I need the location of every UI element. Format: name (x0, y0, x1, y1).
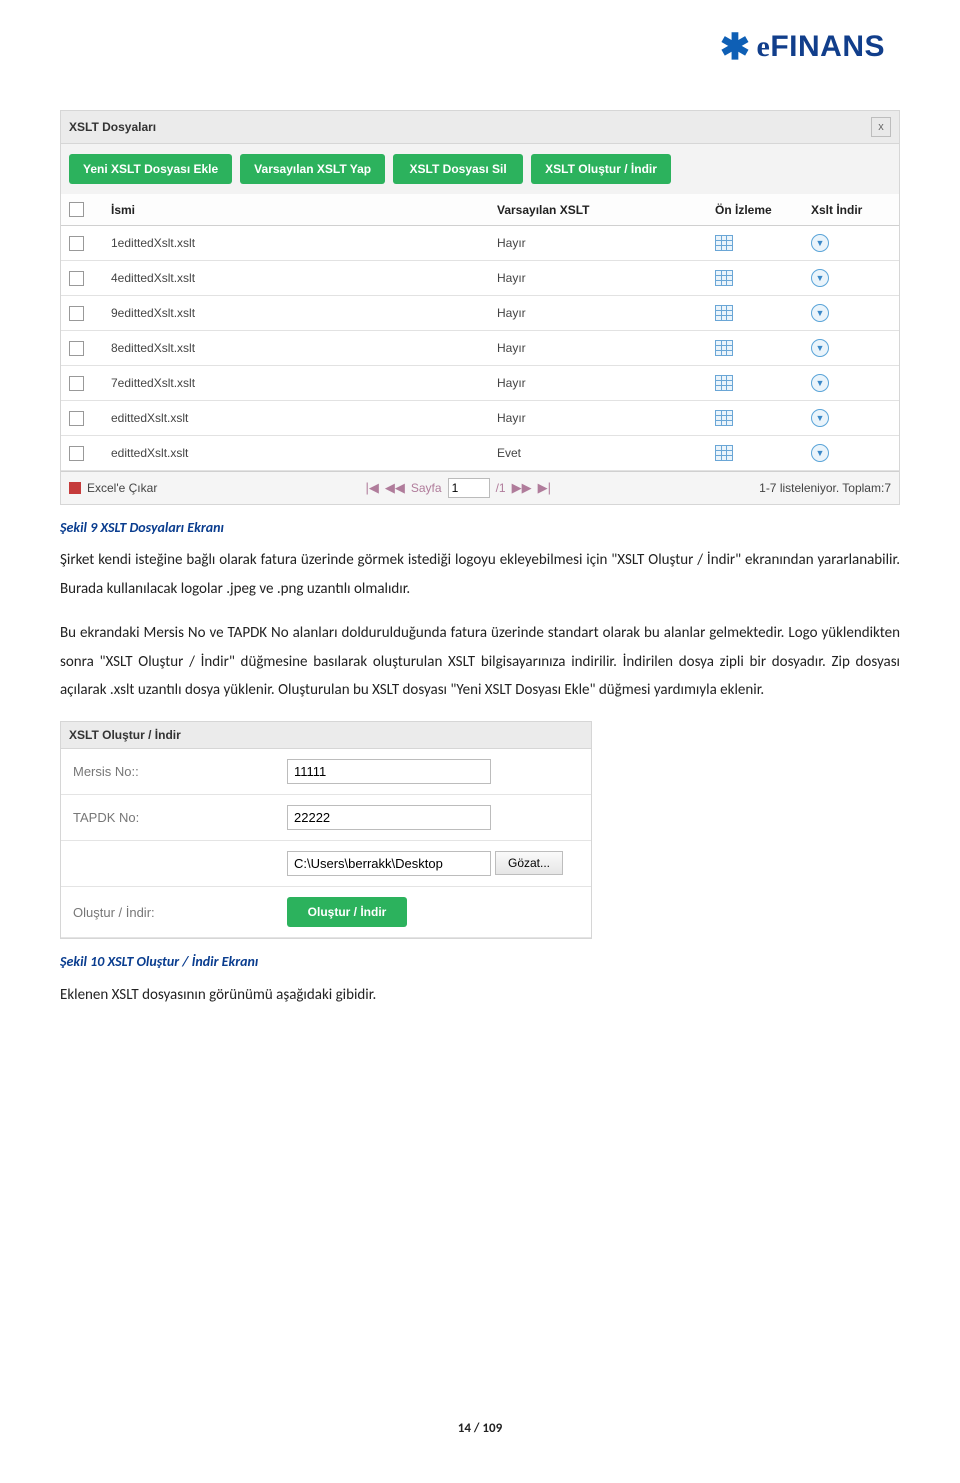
download-icon[interactable] (811, 269, 829, 287)
form-row-tapdk: TAPDK No: (61, 794, 591, 840)
panel-title: XSLT Dosyaları (69, 120, 156, 134)
form-row-mersis: Mersis No:: (61, 749, 591, 795)
close-icon[interactable]: x (871, 117, 891, 137)
listing-info: 1-7 listeleniyor. Toplam:7 (759, 481, 891, 495)
paragraph-3: Eklenen XSLT dosyasının görünümü aşağıda… (60, 986, 900, 1004)
set-default-xslt-button[interactable]: Varsayılan XSLT Yap (240, 154, 385, 184)
panel-title-bar: XSLT Dosyaları x (61, 111, 899, 144)
download-icon[interactable] (811, 339, 829, 357)
panel-title-2: XSLT Oluştur / İndir (69, 728, 181, 742)
tapdk-input[interactable] (287, 805, 491, 830)
row-checkbox[interactable] (69, 376, 84, 391)
row-checkbox[interactable] (69, 236, 84, 251)
table-row: 8edittedXslt.xsltHayır (61, 331, 899, 366)
tapdk-label: TAPDK No: (61, 794, 275, 840)
pager-next-icon[interactable]: ▶▶ (512, 480, 532, 496)
download-icon[interactable] (811, 234, 829, 252)
add-xslt-button[interactable]: Yeni XSLT Dosyası Ekle (69, 154, 232, 184)
logo-star-icon: ✱ (720, 29, 751, 65)
row-checkbox[interactable] (69, 271, 84, 286)
form-row-action: Oluştur / İndir: Oluştur / İndir (61, 887, 591, 938)
table-row: 4edittedXslt.xsltHayır (61, 261, 899, 296)
xslt-files-panel: XSLT Dosyaları x Yeni XSLT Dosyası Ekle … (60, 110, 900, 505)
figure-10-caption: Şekil 10 XSLT Oluştur / İndir Ekranı (60, 953, 900, 970)
cell-default: Hayır (489, 401, 707, 436)
xslt-table: İsmi Varsayılan XSLT Ön İzleme Xslt İndi… (61, 194, 899, 471)
cell-name: edittedXslt.xslt (103, 436, 489, 471)
cell-default: Hayır (489, 366, 707, 401)
form-row-file: Gözat... (61, 840, 591, 887)
page-number: 14 / 109 (0, 1421, 960, 1436)
col-header-name: İsmi (103, 194, 489, 226)
cell-default: Evet (489, 436, 707, 471)
download-icon[interactable] (811, 409, 829, 427)
mersis-label: Mersis No:: (61, 749, 275, 795)
preview-icon[interactable] (715, 270, 733, 286)
browse-button[interactable]: Gözat... (495, 851, 563, 875)
create-download-xslt-button[interactable]: XSLT Oluştur / İndir (531, 154, 671, 184)
pager: |◀ ◀◀ Sayfa /1 ▶▶ ▶| (366, 478, 551, 498)
col-header-preview: Ön İzleme (707, 194, 803, 226)
action-bar: Yeni XSLT Dosyası Ekle Varsayılan XSLT Y… (61, 144, 899, 194)
figure-9-caption: Şekil 9 XSLT Dosyaları Ekranı (60, 519, 900, 536)
download-icon[interactable] (811, 374, 829, 392)
cell-name: 7edittedXslt.xslt (103, 366, 489, 401)
download-icon[interactable] (811, 444, 829, 462)
preview-icon[interactable] (715, 445, 733, 461)
cell-default: Hayır (489, 226, 707, 261)
paragraph-2: Bu ekrandaki Mersis No ve TAPDK No alanl… (60, 619, 900, 705)
cell-name: edittedXslt.xslt (103, 401, 489, 436)
excel-icon (69, 482, 81, 494)
panel-title-bar-2: XSLT Oluştur / İndir (61, 722, 591, 749)
preview-icon[interactable] (715, 375, 733, 391)
create-download-button[interactable]: Oluştur / İndir (287, 897, 407, 927)
preview-icon[interactable] (715, 340, 733, 356)
cell-name: 1edittedXslt.xslt (103, 226, 489, 261)
row-checkbox[interactable] (69, 411, 84, 426)
pager-last-icon[interactable]: ▶| (538, 480, 551, 496)
row-checkbox[interactable] (69, 341, 84, 356)
table-row: 9edittedXslt.xsltHayır (61, 296, 899, 331)
pager-first-icon[interactable]: |◀ (366, 480, 379, 496)
cell-default: Hayır (489, 296, 707, 331)
select-all-checkbox[interactable] (69, 202, 84, 217)
export-excel-button[interactable]: Excel'e Çıkar (69, 481, 157, 495)
paragraph-1: Şirket kendi isteğine bağlı olarak fatur… (60, 546, 900, 603)
create-download-label: Oluştur / İndir: (61, 887, 275, 938)
preview-icon[interactable] (715, 305, 733, 321)
row-checkbox[interactable] (69, 446, 84, 461)
delete-xslt-button[interactable]: XSLT Dosyası Sil (393, 154, 523, 184)
cell-default: Hayır (489, 261, 707, 296)
cell-default: Hayır (489, 331, 707, 366)
grid-footer: Excel'e Çıkar |◀ ◀◀ Sayfa /1 ▶▶ ▶| 1-7 l… (61, 471, 899, 504)
download-icon[interactable] (811, 304, 829, 322)
table-row: 1edittedXslt.xsltHayır (61, 226, 899, 261)
col-header-default: Varsayılan XSLT (489, 194, 707, 226)
pager-page-input[interactable] (448, 478, 490, 498)
preview-icon[interactable] (715, 235, 733, 251)
table-row: 7edittedXslt.xsltHayır (61, 366, 899, 401)
col-header-download: Xslt İndir (803, 194, 899, 226)
cell-name: 9edittedXslt.xslt (103, 296, 489, 331)
mersis-input[interactable] (287, 759, 491, 784)
table-row: edittedXslt.xsltHayır (61, 401, 899, 436)
file-path-input[interactable] (287, 851, 491, 876)
xslt-create-panel: XSLT Oluştur / İndir Mersis No:: TAPDK N… (60, 721, 592, 939)
cell-name: 4edittedXslt.xslt (103, 261, 489, 296)
preview-icon[interactable] (715, 410, 733, 426)
cell-name: 8edittedXslt.xslt (103, 331, 489, 366)
brand-logo: ✱ eFINANS (720, 28, 885, 65)
row-checkbox[interactable] (69, 306, 84, 321)
table-row: edittedXslt.xsltEvet (61, 436, 899, 471)
pager-prev-icon[interactable]: ◀◀ (385, 480, 405, 496)
